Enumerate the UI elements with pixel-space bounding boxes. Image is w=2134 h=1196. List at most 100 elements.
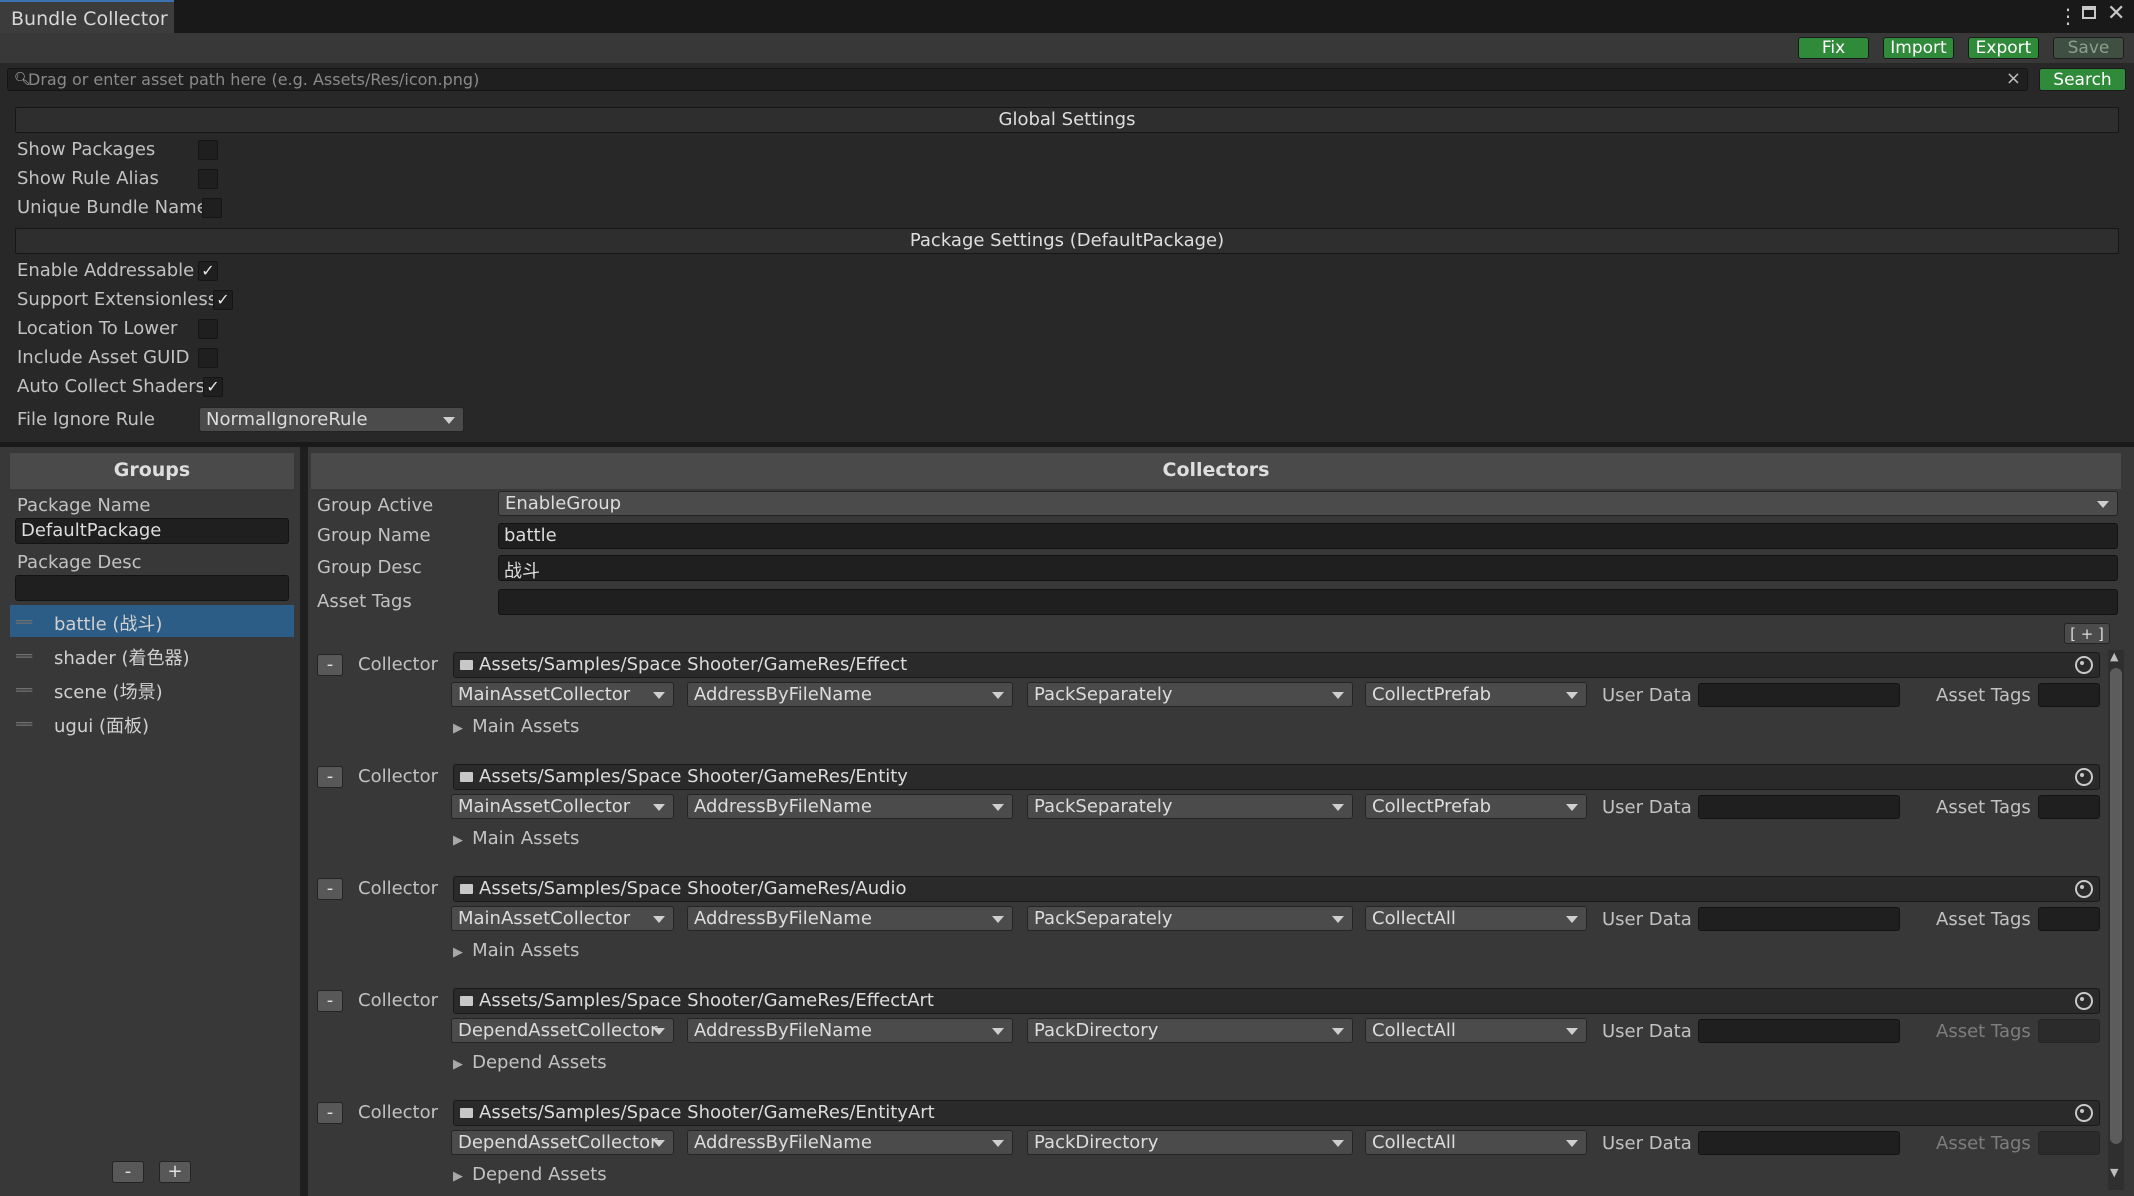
remove-collector-button[interactable]: - bbox=[317, 1102, 343, 1124]
drag-handle-icon[interactable]: ══ bbox=[16, 715, 32, 733]
object-picker-icon[interactable] bbox=[2075, 880, 2093, 898]
remove-collector-button[interactable]: - bbox=[317, 990, 343, 1012]
show-rule-alias-checkbox[interactable] bbox=[198, 169, 218, 189]
group-active-dropdown[interactable]: EnableGroup bbox=[498, 491, 2118, 516]
collector-type-dropdown[interactable]: DependAssetCollector bbox=[451, 1018, 674, 1043]
package-name-field[interactable]: DefaultPackage bbox=[15, 518, 289, 544]
user-data-field[interactable] bbox=[1698, 1019, 1900, 1043]
group-item-battle[interactable]: ══ battle (战斗) bbox=[10, 605, 294, 637]
search-button[interactable]: Search bbox=[2039, 68, 2126, 91]
group-name-field[interactable]: battle bbox=[498, 523, 2118, 549]
unique-bundle-name-checkbox[interactable] bbox=[202, 198, 222, 218]
collector-path-field[interactable]: Assets/Samples/Space Shooter/GameRes/Aud… bbox=[453, 876, 2100, 902]
filter-rule-dropdown[interactable]: CollectPrefab bbox=[1365, 794, 1587, 819]
group-item-ugui[interactable]: ══ ugui (面板) bbox=[10, 707, 294, 739]
scroll-down-icon[interactable]: ▼ bbox=[2110, 1166, 2118, 1179]
scroll-up-icon[interactable]: ▲ bbox=[2110, 650, 2118, 663]
export-button[interactable]: Export bbox=[1968, 37, 2039, 59]
file-ignore-rule-dropdown[interactable]: NormalIgnoreRule bbox=[199, 407, 464, 432]
address-rule-dropdown[interactable]: AddressByFileName bbox=[687, 1018, 1013, 1043]
pack-rule-dropdown[interactable]: PackSeparately bbox=[1027, 794, 1353, 819]
auto-collect-shaders-checkbox[interactable]: ✓ bbox=[203, 377, 223, 397]
group-item-scene[interactable]: ══ scene (场景) bbox=[10, 673, 294, 705]
auto-collect-shaders-label: Auto Collect Shaders bbox=[17, 376, 205, 397]
more-icon[interactable]: ⋮ bbox=[2058, 4, 2078, 28]
package-desc-field[interactable] bbox=[15, 575, 289, 601]
user-data-field[interactable] bbox=[1698, 907, 1900, 931]
collector-type-dropdown[interactable]: MainAssetCollector bbox=[451, 906, 674, 931]
group-desc-field[interactable]: 战斗 bbox=[498, 555, 2118, 582]
chevron-down-icon bbox=[1566, 804, 1578, 811]
remove-collector-button[interactable]: - bbox=[317, 766, 343, 788]
close-icon[interactable]: ✕ bbox=[2107, 1, 2125, 26]
filter-rule-dropdown[interactable]: CollectAll bbox=[1365, 1018, 1587, 1043]
collector-type-value: MainAssetCollector bbox=[458, 796, 631, 817]
user-data-field[interactable] bbox=[1698, 795, 1900, 819]
address-rule-value: AddressByFileName bbox=[694, 1132, 872, 1153]
object-picker-icon[interactable] bbox=[2075, 1104, 2093, 1122]
remove-collector-button[interactable]: - bbox=[317, 878, 343, 900]
user-data-field[interactable] bbox=[1698, 1131, 1900, 1155]
show-packages-checkbox[interactable] bbox=[198, 140, 218, 160]
remove-collector-button[interactable]: - bbox=[317, 654, 343, 676]
group-asset-tags-field[interactable] bbox=[498, 589, 2118, 615]
object-picker-icon[interactable] bbox=[2075, 656, 2093, 674]
user-data-field[interactable] bbox=[1698, 683, 1900, 707]
group-item-shader[interactable]: ══ shader (着色器) bbox=[10, 639, 294, 671]
collector-type-dropdown[interactable]: MainAssetCollector bbox=[451, 794, 674, 819]
pack-rule-dropdown[interactable]: PackDirectory bbox=[1027, 1018, 1353, 1043]
filter-rule-dropdown[interactable]: CollectAll bbox=[1365, 1130, 1587, 1155]
splitter-vertical[interactable] bbox=[300, 447, 308, 1196]
pack-rule-dropdown[interactable]: PackSeparately bbox=[1027, 906, 1353, 931]
collector-asset-tags-field[interactable] bbox=[2038, 683, 2100, 707]
assets-foldout[interactable]: ▶ Main Assets bbox=[453, 940, 579, 961]
collector-path-field[interactable]: Assets/Samples/Space Shooter/GameRes/Eff… bbox=[453, 652, 2100, 678]
clear-icon[interactable]: × bbox=[2006, 68, 2021, 89]
scrollbar-thumb[interactable] bbox=[2110, 668, 2122, 1144]
collector-type-dropdown[interactable]: MainAssetCollector bbox=[451, 682, 674, 707]
drag-handle-icon[interactable]: ══ bbox=[16, 681, 32, 699]
collector-label: Collector bbox=[358, 878, 439, 899]
filter-rule-dropdown[interactable]: CollectAll bbox=[1365, 906, 1587, 931]
search-input[interactable]: 🔍︎ Drag or enter asset path here (e.g. A… bbox=[7, 68, 2028, 91]
collector-asset-tags-field[interactable] bbox=[2038, 907, 2100, 931]
import-button[interactable]: Import bbox=[1883, 37, 1954, 59]
collector-path-field[interactable]: Assets/Samples/Space Shooter/GameRes/Eff… bbox=[453, 988, 2100, 1014]
collector-asset-tags-field[interactable] bbox=[2038, 1131, 2100, 1155]
object-picker-icon[interactable] bbox=[2075, 992, 2093, 1010]
collector-path-field[interactable]: Assets/Samples/Space Shooter/GameRes/Ent… bbox=[453, 1100, 2100, 1126]
package-name-label: Package Name bbox=[17, 495, 151, 516]
drag-handle-icon[interactable]: ══ bbox=[16, 613, 32, 631]
chevron-down-icon bbox=[1566, 1140, 1578, 1147]
pack-rule-dropdown[interactable]: PackDirectory bbox=[1027, 1130, 1353, 1155]
collector-asset-tags-field[interactable] bbox=[2038, 1019, 2100, 1043]
collector-asset-tags-field[interactable] bbox=[2038, 795, 2100, 819]
filter-rule-dropdown[interactable]: CollectPrefab bbox=[1365, 682, 1587, 707]
assets-foldout[interactable]: ▶ Depend Assets bbox=[453, 1052, 607, 1073]
address-rule-dropdown[interactable]: AddressByFileName bbox=[687, 794, 1013, 819]
assets-foldout[interactable]: ▶ Depend Assets bbox=[453, 1164, 607, 1185]
object-picker-icon[interactable] bbox=[2075, 768, 2093, 786]
pack-rule-dropdown[interactable]: PackSeparately bbox=[1027, 682, 1353, 707]
save-button[interactable]: Save bbox=[2053, 37, 2124, 59]
add-collector-button[interactable]: [ + ] bbox=[2064, 623, 2110, 644]
location-to-lower-checkbox[interactable] bbox=[198, 319, 218, 339]
remove-group-button[interactable]: - bbox=[112, 1161, 144, 1183]
fix-button[interactable]: Fix bbox=[1798, 37, 1869, 59]
address-rule-dropdown[interactable]: AddressByFileName bbox=[687, 682, 1013, 707]
add-group-button[interactable]: + bbox=[159, 1161, 191, 1183]
drag-handle-icon[interactable]: ══ bbox=[16, 647, 32, 665]
collector-path-field[interactable]: Assets/Samples/Space Shooter/GameRes/Ent… bbox=[453, 764, 2100, 790]
include-asset-guid-checkbox[interactable] bbox=[198, 348, 218, 368]
assets-foldout[interactable]: ▶ Main Assets bbox=[453, 716, 579, 737]
enable-addressable-checkbox[interactable]: ✓ bbox=[198, 261, 218, 281]
maximize-icon[interactable] bbox=[2082, 6, 2096, 19]
collector-type-dropdown[interactable]: DependAssetCollector bbox=[451, 1130, 674, 1155]
file-ignore-rule-value: NormalIgnoreRule bbox=[206, 409, 368, 430]
window-tab[interactable]: Bundle Collector bbox=[0, 0, 174, 33]
address-rule-dropdown[interactable]: AddressByFileName bbox=[687, 1130, 1013, 1155]
address-rule-dropdown[interactable]: AddressByFileName bbox=[687, 906, 1013, 931]
assets-foldout[interactable]: ▶ Main Assets bbox=[453, 828, 579, 849]
support-extensionless-checkbox[interactable]: ✓ bbox=[213, 290, 233, 310]
collector-path: Assets/Samples/Space Shooter/GameRes/Eff… bbox=[479, 654, 908, 675]
